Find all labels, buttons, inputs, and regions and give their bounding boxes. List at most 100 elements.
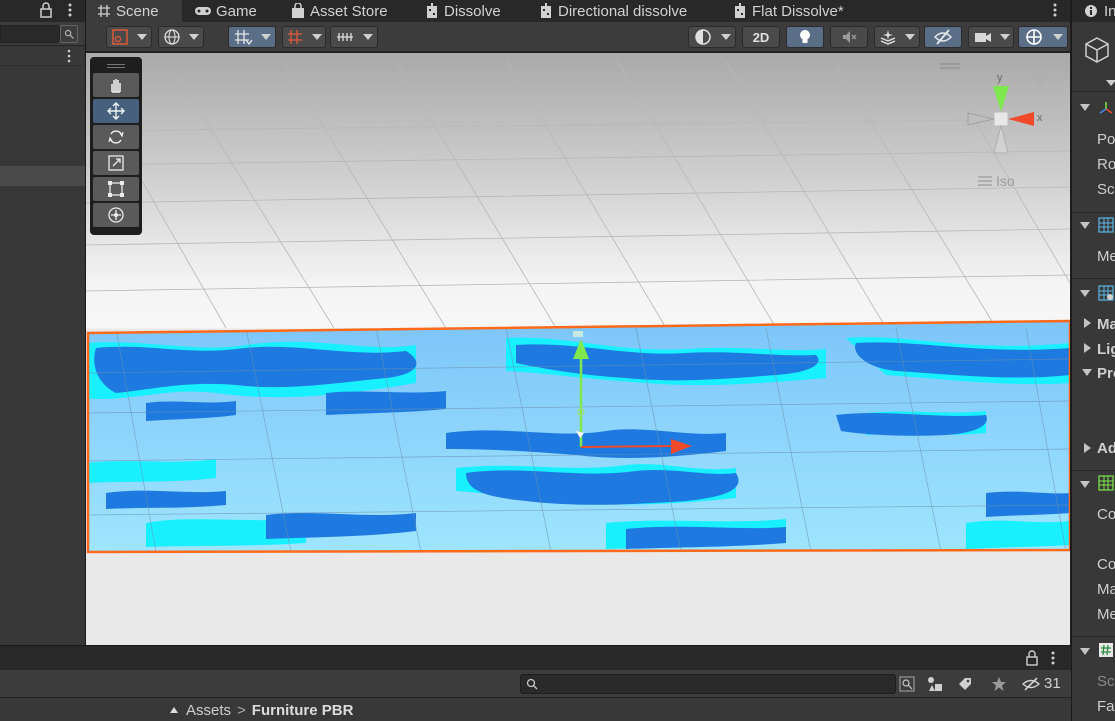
tab-flat-dissolve[interactable]: Flat Dissolve* [732,0,844,22]
gamepad-icon [195,7,211,15]
eye-slash-icon [1021,677,1041,691]
lighting-toggle[interactable] [786,26,824,48]
scene-viewport[interactable]: y x Iso [86,53,1070,645]
project-search-input[interactable] [520,674,896,694]
tab-inspector[interactable]: In [1072,0,1115,22]
lock-icon[interactable] [38,2,54,18]
additional-settings-foldout-icon[interactable] [1084,443,1091,453]
tab-label: Scene [116,2,159,20]
shader-graph-icon [427,3,437,18]
chevron-down-icon[interactable] [1106,80,1115,86]
rotate-tool-button[interactable] [93,125,139,149]
lock-icon[interactable] [1025,650,1039,666]
render-mode-dropdown[interactable] [688,26,736,48]
video-camera-icon [974,33,991,42]
move-gizmo-x-axis[interactable] [580,445,677,448]
probes-foldout-icon[interactable] [1082,369,1092,376]
search-options-icon[interactable] [60,25,78,43]
gameobject-cube-icon [1085,37,1109,63]
lighting-foldout-icon[interactable] [1084,343,1091,353]
hierarchy-tab-bar [0,0,85,22]
ruler-snap-dropdown[interactable] [330,26,378,48]
materials-foldout-icon[interactable] [1084,318,1091,328]
transform-tool-button[interactable] [93,203,139,227]
filter-by-label-button[interactable] [954,674,976,694]
divider [1072,636,1115,637]
breadcrumb-item-assets[interactable]: Assets [186,702,231,719]
inspector-row-additional-settings[interactable]: Ad [1097,437,1115,459]
row-label: Co [1097,555,1115,573]
breadcrumb: Assets > Furniture PBR [0,698,1071,721]
search-options-icon [899,676,915,692]
effects-dropdown[interactable] [874,26,920,48]
gizmos-dropdown[interactable] [1018,26,1068,48]
snap-increment-icon [288,30,302,44]
scene-visibility-toggle[interactable] [924,26,962,48]
inspector-row-lighting[interactable]: Lig [1097,338,1115,360]
kebab-menu-icon[interactable] [1050,2,1060,18]
mesh-collider-foldout-icon[interactable] [1080,481,1090,488]
projection-toggle[interactable]: Iso [978,173,1015,189]
tab-game[interactable]: Game [192,0,257,22]
gizmo-center-cube[interactable] [993,111,1009,127]
kebab-menu-icon[interactable] [64,48,74,64]
rect-tool-button[interactable] [93,177,139,201]
audio-toggle[interactable] [830,26,868,48]
hand-tool-button[interactable] [93,73,139,97]
mesh-renderer-foldout-icon[interactable] [1080,290,1090,297]
caret-up-icon[interactable] [170,707,178,713]
grid-snapping-toggle[interactable] [228,26,276,48]
scale-tool-button[interactable] [93,151,139,175]
transform-foldout-icon[interactable] [1080,104,1090,111]
shader-graph-icon [541,3,551,18]
hierarchy-scene-row[interactable] [0,46,85,66]
hierarchy-selected-item[interactable] [0,166,85,186]
move-tool-button[interactable] [93,99,139,123]
increment-snapping-dropdown[interactable] [282,26,326,48]
filter-by-type-button[interactable] [924,674,946,694]
project-tab-bar [0,646,1071,670]
inspector-row-fade: Fa [1097,695,1115,717]
row-label: Ma [1097,580,1115,598]
tab-directional-dissolve[interactable]: Directional dissolve [538,0,687,22]
tab-scene[interactable]: Scene [86,0,182,22]
hierarchy-search-input[interactable] [0,25,60,43]
shapes-icon [928,677,942,691]
scene-ground [86,553,1070,645]
search-by-type-button[interactable] [896,674,918,694]
shaded-mode-icon [112,29,128,45]
scene-camera-dropdown[interactable] [968,26,1014,48]
chevron-down-icon [999,34,1010,40]
shading-sphere-icon [694,29,711,45]
row-label: Me [1097,605,1115,623]
tool-palette-grip[interactable] [93,61,139,71]
draw-mode-dropdown[interactable] [106,26,152,48]
tab-dissolve[interactable]: Dissolve [424,0,501,22]
tag-icon [959,678,971,690]
tab-label: Directional dissolve [558,2,688,20]
2d-mode-toggle[interactable]: 2D [742,26,780,48]
lock-icon[interactable] [1034,73,1046,87]
row-label: Co [1097,505,1115,523]
inspector-row-probes[interactable]: Pro [1097,362,1115,384]
row-label: Ad [1097,439,1115,457]
hidden-packages-button[interactable] [1020,674,1042,694]
move-gizmo-plane-handle[interactable] [573,331,583,337]
inspector-row-materials[interactable]: Ma [1097,313,1115,335]
mesh-filter-foldout-icon[interactable] [1080,222,1090,229]
chevron-down-icon [905,34,915,40]
scene-render: y x [86,53,1070,645]
breadcrumb-item-current[interactable]: Furniture PBR [252,702,354,719]
kebab-menu-icon[interactable] [1048,650,1058,666]
chevron-down-icon [363,34,373,40]
global-local-dropdown[interactable] [158,26,204,48]
hamburger-icon [978,176,992,186]
shopping-bag-icon [292,3,304,18]
kebab-menu-icon[interactable] [64,2,76,18]
chevron-down-icon [137,34,147,40]
gizmo-menu-handle-icon[interactable] [940,63,960,69]
script-foldout-icon[interactable] [1080,648,1090,655]
tool-palette [90,57,142,235]
tab-asset-store[interactable]: Asset Store [290,0,388,22]
favorites-button[interactable] [988,674,1010,694]
